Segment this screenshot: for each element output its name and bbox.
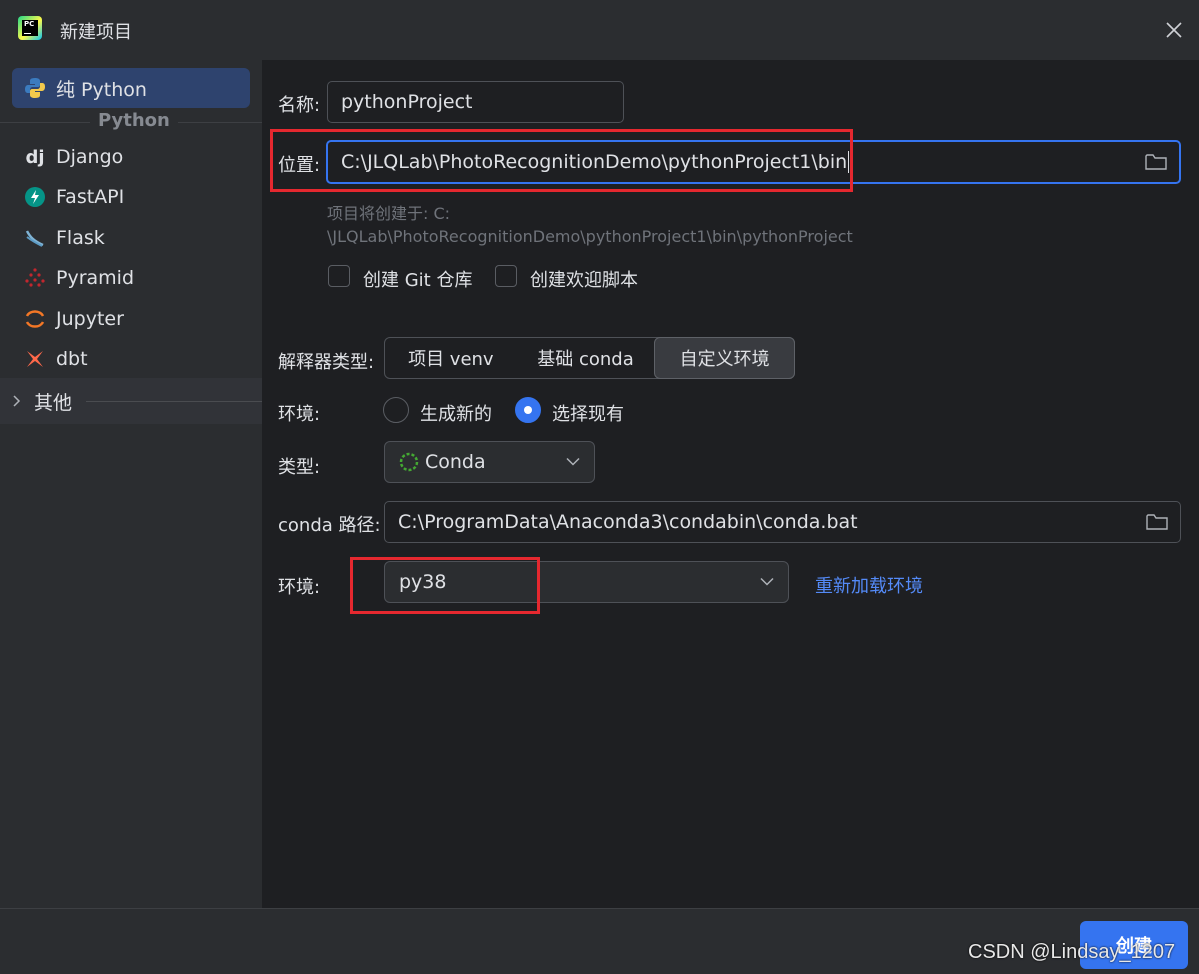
watermark: CSDN @Lindsay_1207: [968, 941, 1176, 963]
env-new-radio[interactable]: [383, 397, 409, 423]
sidebar-item-flask[interactable]: Flask: [12, 218, 250, 258]
env-label: 环境:: [278, 404, 321, 425]
sidebar-item-label: 纯 Python: [56, 78, 147, 101]
interpreter-type-label: 解释器类型:: [278, 352, 375, 373]
name-label: 名称:: [278, 95, 321, 116]
pycharm-logo-icon: PC: [18, 16, 42, 40]
location-hint-line2: \JLQLab\PhotoRecognitionDemo\pythonProje…: [327, 227, 853, 246]
highlight-box-env: [350, 557, 540, 614]
create-git-label: 创建 Git 仓库: [363, 270, 473, 291]
group-divider: [86, 400, 262, 402]
window-title: 新建项目: [60, 22, 132, 43]
project-settings-panel: 名称: pythonProject 位置: C:\JLQLab\PhotoRec…: [262, 60, 1199, 908]
fastapi-icon: [24, 186, 46, 208]
sidebar-other-group[interactable]: 其他: [0, 378, 262, 424]
reload-env-link[interactable]: 重新加载环境: [815, 572, 923, 598]
tab-base-conda[interactable]: 基础 conda: [517, 338, 655, 378]
sidebar-item-label: dbt: [56, 348, 88, 370]
python-icon: [24, 77, 46, 99]
highlight-box-location: [270, 129, 853, 192]
sidebar-item-pyramid[interactable]: Pyramid: [12, 258, 250, 298]
type-value: Conda: [425, 451, 486, 473]
dbt-icon: [24, 348, 46, 370]
tab-custom-env[interactable]: 自定义环境: [654, 337, 795, 379]
env-existing-radio[interactable]: [515, 397, 541, 423]
interpreter-type-segmented: 项目 venv 基础 conda 自定义环境: [384, 337, 795, 379]
conda-path-label: conda 路径:: [278, 515, 381, 536]
conda-icon: [399, 452, 419, 472]
project-type-sidebar: 纯 Python Python dj Django FastAPI Flask …: [0, 60, 262, 908]
title-bar: PC 新建项目: [0, 0, 1199, 60]
tab-project-venv[interactable]: 项目 venv: [385, 338, 517, 378]
group-label-python: Python: [90, 110, 178, 131]
folder-icon[interactable]: [1146, 513, 1168, 531]
create-git-checkbox[interactable]: [328, 265, 350, 287]
create-welcome-label: 创建欢迎脚本: [530, 270, 638, 291]
sidebar-item-label: FastAPI: [56, 186, 125, 208]
location-hint: 项目将创建于: C: \JLQLab\PhotoRecognitionDemo\…: [327, 202, 853, 248]
type-label: 类型:: [278, 457, 321, 478]
sidebar-item-label: Flask: [56, 227, 105, 249]
sidebar-item-label: Django: [56, 146, 124, 168]
sidebar-item-jupyter[interactable]: Jupyter: [12, 299, 250, 339]
conda-path-input[interactable]: C:\ProgramData\Anaconda3\condabin\conda.…: [384, 501, 1181, 543]
django-icon: dj: [25, 146, 45, 168]
chevron-down-icon: [566, 457, 580, 466]
sidebar-other-label: 其他: [34, 391, 73, 414]
sidebar-item-dbt[interactable]: dbt: [12, 339, 250, 379]
sidebar-item-label: Jupyter: [56, 308, 124, 330]
dialog-footer: 创建 CSDN @Lindsay_1207: [0, 908, 1199, 974]
sidebar-item-label: Pyramid: [56, 267, 135, 289]
conda-path-value: C:\ProgramData\Anaconda3\condabin\conda.…: [398, 511, 858, 533]
chevron-down-icon: [760, 577, 774, 586]
type-dropdown[interactable]: Conda: [384, 441, 595, 483]
flask-icon: [24, 227, 46, 249]
sidebar-item-django[interactable]: dj Django: [12, 137, 250, 177]
sidebar-item-pure-python[interactable]: 纯 Python: [12, 68, 250, 108]
env2-label: 环境:: [278, 577, 321, 598]
name-input[interactable]: pythonProject: [327, 81, 624, 123]
chevron-right-icon: [13, 395, 21, 407]
pyramid-icon: [24, 267, 46, 289]
jupyter-icon: [24, 308, 46, 330]
close-button[interactable]: [1162, 18, 1186, 42]
env-new-label: 生成新的: [420, 404, 492, 425]
folder-icon[interactable]: [1145, 153, 1167, 171]
sidebar-item-fastapi[interactable]: FastAPI: [12, 177, 250, 217]
location-hint-line1: 项目将创建于: C:: [327, 204, 451, 223]
create-welcome-checkbox[interactable]: [495, 265, 517, 287]
close-icon: [1166, 22, 1182, 38]
env-existing-label: 选择现有: [552, 404, 624, 425]
